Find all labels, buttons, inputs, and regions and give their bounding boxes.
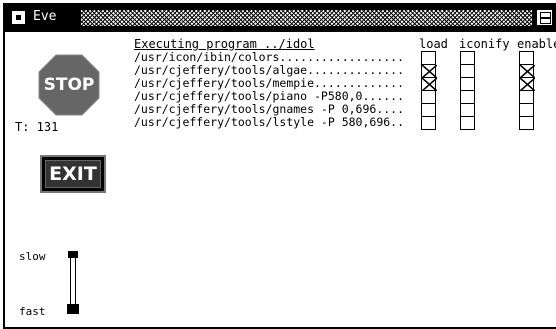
enable-column-header: enable <box>517 37 556 51</box>
exit-button-label: EXIT <box>45 160 101 188</box>
slider-top-cap <box>68 251 78 258</box>
enable-checkbox[interactable] <box>519 64 535 78</box>
load-checkbox[interactable] <box>421 103 436 116</box>
load-checkbox[interactable] <box>421 116 436 130</box>
iconify-checkbox[interactable] <box>460 51 475 64</box>
enable-checkbox[interactable] <box>519 90 534 103</box>
exit-button[interactable]: EXIT <box>40 155 106 193</box>
timer-label: T: 131 <box>15 120 59 134</box>
load-checkbox[interactable] <box>421 90 436 103</box>
load-checkbox[interactable] <box>421 51 436 64</box>
enable-checkbox[interactable] <box>519 103 534 116</box>
iconify-checkbox[interactable] <box>460 103 475 116</box>
iconify-checkbox[interactable] <box>460 64 475 77</box>
iconify-checkbox[interactable] <box>460 116 475 130</box>
stop-button[interactable]: STOP <box>38 54 100 116</box>
program-list-header: Executing program ../idol <box>134 37 315 51</box>
load-checkbox[interactable] <box>421 64 437 78</box>
program-row[interactable]: /usr/cjeffery/tools/lstyle -P 580,696.. <box>134 116 404 129</box>
program-list: /usr/icon/ibin/colors.................. /… <box>134 51 404 129</box>
load-checkbox[interactable] <box>421 77 437 91</box>
iconify-checkbox-column <box>460 51 475 130</box>
enable-checkbox-column <box>519 51 535 130</box>
speed-fast-label: fast <box>19 305 46 318</box>
speed-slider-thumb[interactable] <box>67 304 79 314</box>
enable-checkbox[interactable] <box>519 77 535 91</box>
iconify-checkbox[interactable] <box>460 77 475 90</box>
load-checkbox-column <box>421 51 437 130</box>
speed-slow-label: slow <box>19 250 46 263</box>
window-title: Eve <box>33 9 57 24</box>
iconify-column-header: iconify <box>459 37 510 51</box>
stop-button-label: STOP <box>43 75 95 95</box>
title-bar-pattern <box>81 10 532 26</box>
load-column-header: load <box>419 37 448 51</box>
iconify-checkbox[interactable] <box>460 90 475 103</box>
resize-icon[interactable] <box>537 10 552 25</box>
enable-checkbox[interactable] <box>519 51 534 64</box>
title-bar[interactable]: Eve <box>5 5 556 32</box>
close-icon[interactable] <box>12 11 25 24</box>
speed-slider[interactable] <box>70 258 76 308</box>
enable-checkbox[interactable] <box>519 116 534 130</box>
